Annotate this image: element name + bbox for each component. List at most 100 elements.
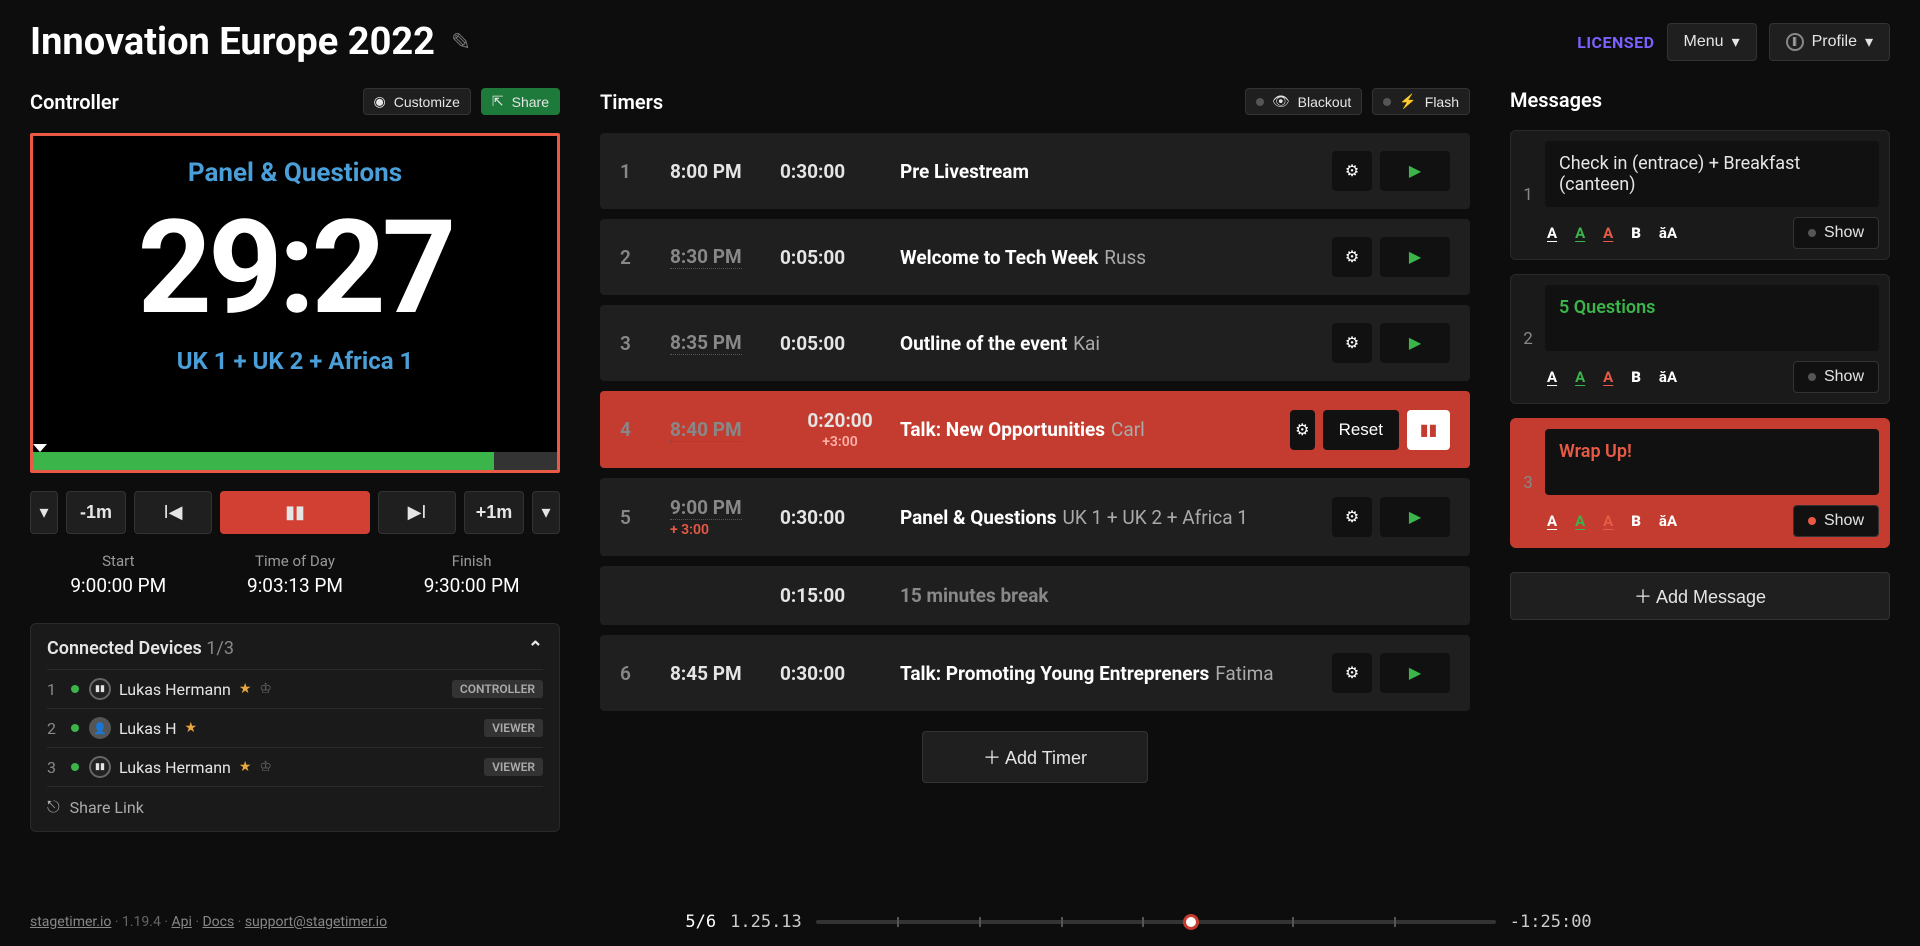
preview-progress [33, 452, 557, 470]
flash-button[interactable]: ⚡ Flash [1372, 88, 1470, 115]
edit-title-icon[interactable]: ✎ [451, 28, 471, 56]
fmt-green[interactable]: A [1573, 368, 1587, 386]
equalizer-icon: ⫼ [1786, 33, 1804, 51]
timer-row[interactable]: 38:35 PM0:05:00Outline of the eventKai⚙▶ [600, 305, 1470, 381]
timer-duration: 0:05:00 [780, 246, 845, 269]
timer-settings-button[interactable]: ⚙ [1290, 410, 1315, 450]
timer-settings-button[interactable]: ⚙ [1332, 237, 1372, 277]
customize-button[interactable]: ◉ Customize [363, 88, 471, 115]
fmt-white[interactable]: A [1545, 224, 1559, 242]
start-label: Start [70, 552, 166, 570]
controller-section-title: Controller [30, 90, 119, 114]
plus-dropdown[interactable]: ▾ [532, 491, 560, 534]
blackout-button[interactable]: 👁 Blackout [1245, 88, 1362, 115]
licensed-badge: LICENSED [1577, 33, 1654, 52]
minus-dropdown[interactable]: ▾ [30, 491, 58, 534]
status-dot [1383, 98, 1391, 106]
device-row[interactable]: 3▮▮Lukas Hermann★♔VIEWER [47, 747, 543, 786]
timer-title: Welcome to Tech Week [900, 246, 1098, 269]
slider-thumb[interactable] [1183, 914, 1199, 930]
pause-icon: ▮▮ [89, 678, 111, 700]
chevron-down-icon: ▾ [1732, 32, 1740, 52]
share-button[interactable]: ⇱ Share [481, 88, 560, 115]
collapse-icon[interactable]: ⌃ [528, 638, 543, 659]
device-row[interactable]: 2👤Lukas H★VIEWER [47, 708, 543, 747]
timer-play-button[interactable]: ▶ [1380, 323, 1450, 363]
message-text[interactable]: 5 Questions [1545, 285, 1879, 351]
timer-row[interactable]: 28:30 PM0:05:00Welcome to Tech WeekRuss⚙… [600, 219, 1470, 295]
timer-row[interactable]: 59:00 PM+ 3:000:30:00Panel & QuestionsUK… [600, 478, 1470, 556]
timeline-slider[interactable] [816, 920, 1496, 924]
footer-api-link[interactable]: Api [171, 914, 191, 930]
pause-button[interactable]: ▮▮ [220, 491, 370, 534]
timer-title: Talk: New Opportunities [900, 418, 1105, 441]
timer-row[interactable]: 48:40 PM0:20:00+3:00Talk: New Opportunit… [600, 391, 1470, 468]
timer-play-button[interactable]: ▶ [1380, 497, 1450, 537]
fmt-case[interactable]: ăA [1657, 512, 1679, 530]
timer-settings-button[interactable]: ⚙ [1332, 151, 1372, 191]
fmt-red[interactable]: A [1601, 368, 1615, 386]
timer-row[interactable]: 68:45 PM0:30:00Talk: Promoting Young Ent… [600, 635, 1470, 711]
timer-play-button[interactable]: ▶ [1380, 237, 1450, 277]
preview-subtitle: UK 1 + UK 2 + Africa 1 [43, 347, 547, 375]
chevron-down-icon: ▾ [1865, 32, 1873, 52]
timer-settings-button[interactable]: ⚙ [1332, 323, 1372, 363]
timer-speaker: Fatima [1215, 662, 1273, 685]
device-row[interactable]: 1▮▮Lukas Hermann★♔CONTROLLER [47, 669, 543, 708]
timer-start: 8:45 PM [670, 662, 742, 685]
bolt-icon: ⚡ [1399, 93, 1416, 110]
profile-button[interactable]: ⫼ Profile ▾ [1769, 23, 1890, 61]
message-show-button[interactable]: Show [1793, 217, 1879, 249]
fmt-bold[interactable]: B [1629, 368, 1643, 386]
add-message-button[interactable]: ＋ Add Message [1510, 572, 1890, 620]
device-index: 3 [47, 758, 61, 777]
prev-button[interactable]: I◀ [134, 491, 212, 534]
timer-start: 8:30 PM [670, 245, 742, 269]
plus-icon: ＋ [1634, 587, 1652, 607]
message-text[interactable]: Check in (entrace) + Breakfast (canteen) [1545, 141, 1879, 207]
preview-title: Panel & Questions [43, 158, 547, 188]
footer-site-link[interactable]: stagetimer.io [30, 914, 111, 930]
fmt-white[interactable]: A [1545, 512, 1559, 530]
tod-time: 9:03:13 PM [247, 574, 343, 597]
fmt-green[interactable]: A [1573, 224, 1587, 242]
timer-index: 1 [620, 160, 670, 183]
timer-play-button[interactable]: ▶ [1380, 653, 1450, 693]
menu-button[interactable]: Menu ▾ [1667, 23, 1757, 61]
next-button[interactable]: ▶I [378, 491, 456, 534]
add-timer-button[interactable]: ＋ Add Timer [922, 731, 1148, 783]
message-card: 25 QuestionsAAABăAShow [1510, 274, 1890, 404]
pause-icon: ▮▮ [89, 756, 111, 778]
preview-time: 29:27 [43, 196, 547, 339]
timer-pause-button[interactable]: ▮▮ [1407, 410, 1450, 450]
timer-settings-button[interactable]: ⚙ [1332, 497, 1372, 537]
fmt-case[interactable]: ăA [1657, 224, 1679, 242]
message-index: 1 [1511, 185, 1545, 205]
message-show-button[interactable]: Show [1793, 361, 1879, 393]
share-link-row[interactable]: ⎋ Share Link [47, 786, 543, 817]
fmt-bold[interactable]: B [1629, 224, 1643, 242]
timer-index: 5 [620, 506, 670, 529]
timer-row[interactable]: 18:00 PM0:30:00Pre Livestream⚙▶ [600, 133, 1470, 209]
fmt-bold[interactable]: B [1629, 512, 1643, 530]
fmt-green[interactable]: A [1573, 512, 1587, 530]
timer-reset-button[interactable]: Reset [1323, 410, 1399, 450]
footer-docs-link[interactable]: Docs [202, 914, 234, 930]
timer-settings-button[interactable]: ⚙ [1332, 653, 1372, 693]
device-name-label: Lukas H [119, 719, 177, 738]
message-index: 2 [1511, 329, 1545, 349]
timer-play-button[interactable]: ▶ [1380, 151, 1450, 191]
fmt-case[interactable]: ăA [1657, 368, 1679, 386]
message-show-button[interactable]: Show [1793, 505, 1879, 537]
timer-start: 8:40 PM [670, 418, 742, 442]
status-dot [1808, 373, 1816, 381]
minus-1m-button[interactable]: -1m [66, 491, 126, 534]
message-text[interactable]: Wrap Up! [1545, 429, 1879, 495]
plus-1m-button[interactable]: +1m [464, 491, 524, 534]
fmt-white[interactable]: A [1545, 368, 1559, 386]
footer-email-link[interactable]: support@stagetimer.io [245, 914, 387, 930]
timer-row[interactable]: 0:15:0015 minutes break [600, 566, 1470, 625]
fmt-red[interactable]: A [1601, 512, 1615, 530]
fmt-red[interactable]: A [1601, 224, 1615, 242]
device-name-label: Lukas Hermann [119, 758, 231, 777]
